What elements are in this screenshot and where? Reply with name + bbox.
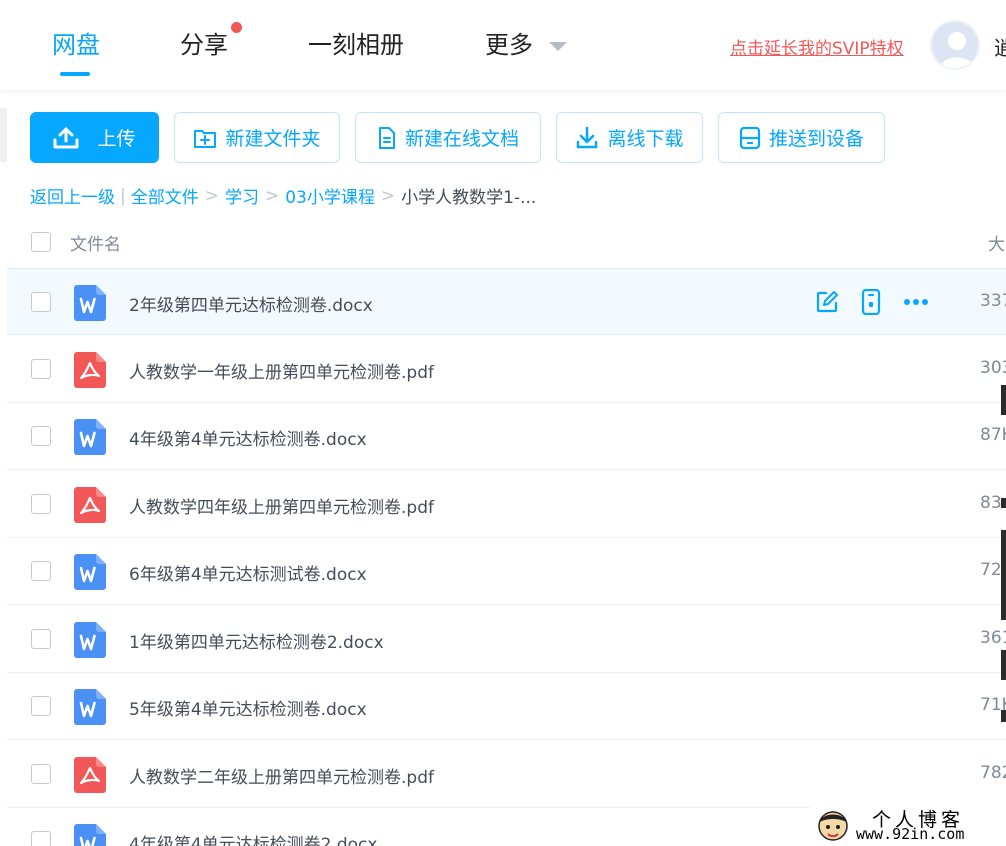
scrollbar-fragment[interactable] xyxy=(1001,498,1006,508)
pdf-file-icon xyxy=(74,757,106,793)
file-name[interactable]: 人教数学二年级上册第四单元检测卷.pdf xyxy=(129,763,434,788)
select-all-checkbox[interactable] xyxy=(31,232,51,252)
column-header-filename[interactable]: 文件名 xyxy=(70,230,121,255)
breadcrumb-separator: > xyxy=(264,185,280,206)
file-name[interactable]: 人教数学四年级上册第四单元检测卷.pdf xyxy=(129,493,434,518)
user-avatar-icon xyxy=(940,32,974,68)
file-row[interactable]: 5年级第4单元达标检测卷.docx71K xyxy=(7,673,1006,740)
phone-icon[interactable] xyxy=(859,288,883,319)
word-file-icon xyxy=(74,285,106,321)
breadcrumb: 返回上一级 | 全部文件 > 学习 > 03小学课程 > 小学人教数学1-... xyxy=(30,183,537,209)
more-options-icon[interactable] xyxy=(903,290,929,318)
upload-icon xyxy=(53,127,79,148)
breadcrumb-back[interactable]: 返回上一级 xyxy=(30,183,115,208)
upload-button[interactable]: 上传 xyxy=(30,112,159,163)
word-file-icon xyxy=(74,622,106,658)
word-file-icon xyxy=(74,419,106,455)
document-icon xyxy=(378,126,395,149)
scrollbar-fragment[interactable] xyxy=(1001,530,1006,620)
file-name[interactable]: 1年级第四单元达标检测卷2.docx xyxy=(129,628,384,653)
breadcrumb-all-files[interactable]: 全部文件 xyxy=(131,183,199,208)
file-row[interactable]: 人教数学二年级上册第四单元检测卷.pdf 782 xyxy=(7,741,1006,808)
file-size: 361 xyxy=(980,628,1006,648)
breadcrumb-separator: > xyxy=(380,185,396,206)
row-checkbox[interactable] xyxy=(31,494,51,514)
file-size: 782 xyxy=(980,763,1006,783)
word-file-icon xyxy=(74,554,106,590)
tab-share[interactable]: 分享 xyxy=(180,28,228,62)
pdf-file-icon xyxy=(74,487,106,523)
breadcrumb-primary-courses[interactable]: 03小学课程 xyxy=(285,183,375,208)
file-row[interactable]: 6年级第4单元达标测试卷.docx72K xyxy=(7,538,1006,605)
row-checkbox[interactable] xyxy=(31,561,51,581)
active-tab-indicator xyxy=(60,72,90,76)
file-name[interactable]: 人教数学一年级上册第四单元检测卷.pdf xyxy=(129,358,434,383)
tab-album[interactable]: 一刻相册 xyxy=(308,28,404,62)
edit-icon[interactable] xyxy=(815,290,839,318)
file-size: 87K xyxy=(980,425,1006,445)
row-checkbox[interactable] xyxy=(31,696,51,716)
breadcrumb-divider: | xyxy=(120,185,126,206)
file-row[interactable]: 人教数学一年级上册第四单元检测卷.pdf 303 xyxy=(7,336,1006,403)
new-folder-button[interactable]: 新建文件夹 xyxy=(174,112,340,163)
file-row[interactable]: 2年级第四单元达标检测卷.docx 337 xyxy=(7,268,1006,335)
watermark-url: www.92in.com xyxy=(856,825,965,843)
pdf-file-icon xyxy=(74,352,106,388)
push-to-device-button[interactable]: 推送到设备 xyxy=(718,112,885,163)
file-name[interactable]: 4年级第4单元达标检测卷.docx xyxy=(129,425,367,450)
new-folder-icon xyxy=(194,129,217,148)
scrollbar-fragment[interactable] xyxy=(1001,650,1006,680)
file-row[interactable]: 4年级第4单元达标检测卷.docx 87K xyxy=(7,403,1006,470)
avatar[interactable] xyxy=(930,20,980,70)
offline-download-label: 离线下载 xyxy=(607,128,684,150)
mascot-icon xyxy=(818,811,848,841)
row-checkbox[interactable] xyxy=(31,629,51,649)
device-icon xyxy=(739,126,761,149)
tab-more[interactable]: 更多 xyxy=(485,28,533,62)
breadcrumb-current: 小学人教数学1-... xyxy=(401,188,537,208)
row-checkbox[interactable] xyxy=(31,359,51,379)
watermark: 个人博客 www.92in.com xyxy=(810,803,1006,846)
file-name[interactable]: 6年级第4单元达标测试卷.docx xyxy=(129,560,367,585)
breadcrumb-study[interactable]: 学习 xyxy=(225,183,259,208)
top-nav: 网盘 分享 一刻相册 更多 点击延长我的SVIP特权 逍 xyxy=(0,0,1006,90)
row-checkbox[interactable] xyxy=(31,292,51,312)
word-file-icon xyxy=(74,824,106,846)
file-size: 337 xyxy=(980,291,1006,311)
tab-netdisk[interactable]: 网盘 xyxy=(52,28,100,62)
file-row[interactable]: 人教数学四年级上册第四单元检测卷.pdf834 xyxy=(7,471,1006,538)
file-row[interactable]: 1年级第四单元达标检测卷2.docx 361 xyxy=(7,606,1006,673)
svip-renew-link[interactable]: 点击延长我的SVIP特权 xyxy=(730,34,904,59)
row-checkbox[interactable] xyxy=(31,426,51,446)
row-checkbox[interactable] xyxy=(31,764,51,784)
word-file-icon xyxy=(74,689,106,725)
share-badge-dot xyxy=(231,22,242,33)
chevron-down-icon[interactable] xyxy=(549,42,567,51)
push-to-device-label: 推送到设备 xyxy=(768,128,864,150)
download-icon xyxy=(577,126,598,148)
file-name[interactable]: 2年级第四单元达标检测卷.docx xyxy=(129,291,373,316)
new-online-doc-button[interactable]: 新建在线文档 xyxy=(355,112,541,163)
username[interactable]: 逍 xyxy=(994,32,1006,61)
scrollbar-fragment[interactable] xyxy=(1001,710,1006,722)
file-name[interactable]: 5年级第4单元达标检测卷.docx xyxy=(129,695,367,720)
file-size: 303 xyxy=(980,358,1006,378)
row-actions xyxy=(815,288,949,319)
left-panel-edge xyxy=(0,108,7,162)
breadcrumb-separator: > xyxy=(204,185,219,206)
new-online-doc-label: 新建在线文档 xyxy=(404,128,519,150)
column-header-size[interactable]: 大 xyxy=(988,230,1005,255)
new-folder-label: 新建文件夹 xyxy=(225,128,321,150)
offline-download-button[interactable]: 离线下载 xyxy=(556,112,703,163)
row-checkbox[interactable] xyxy=(31,831,51,846)
upload-label: 上传 xyxy=(97,128,136,150)
scrollbar-fragment[interactable] xyxy=(1001,385,1006,415)
file-name[interactable]: 4年级第4单元达标检测卷2.docx xyxy=(129,830,377,846)
